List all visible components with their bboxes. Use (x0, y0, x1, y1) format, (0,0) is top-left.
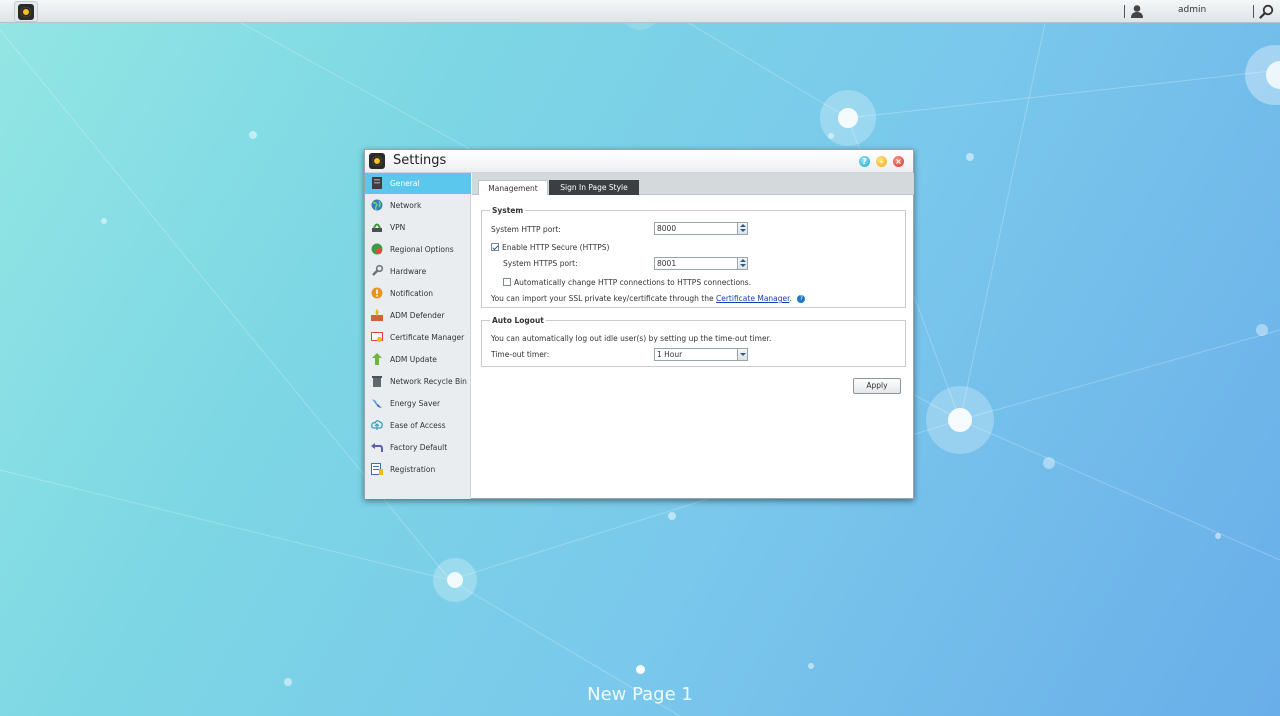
trash-icon (372, 376, 382, 387)
close-button[interactable]: × (893, 156, 904, 167)
sidebar-item-label: Notification (390, 289, 434, 298)
tab-sign-in-page-style[interactable]: Sign In Page Style (549, 180, 639, 195)
sidebar-item-label: Certificate Manager (390, 333, 465, 342)
main-menu-button[interactable] (14, 1, 38, 22)
user-icon[interactable] (1130, 4, 1144, 18)
system-group-title: System (490, 206, 526, 215)
undo-icon (371, 443, 383, 452)
settings-window: Settings ? – × General Network VPN Regio… (364, 149, 914, 499)
sidebar-item-ease-of-access[interactable]: Ease of Access (365, 415, 471, 436)
minimize-button[interactable]: – (876, 156, 887, 167)
sidebar-item-label: Network Recycle Bin (390, 377, 467, 386)
http-port-input[interactable]: 8000 (654, 222, 748, 235)
wrench-icon (372, 265, 383, 276)
sidebar-item-label: Energy Saver (390, 399, 441, 408)
settings-content: Management Sign In Page Style System Sys… (472, 173, 914, 499)
sidebar-item-regional-options[interactable]: Regional Options (365, 239, 471, 260)
sidebar-item-network[interactable]: Network (365, 195, 471, 216)
page-label: New Page 1 (587, 684, 693, 705)
page-indicator-dot[interactable] (636, 665, 645, 674)
sidebar-item-label: Network (390, 201, 422, 210)
help-icon: ? (862, 157, 867, 166)
sidebar-item-label: VPN (390, 223, 406, 232)
sidebar-item-energy-saver[interactable]: Energy Saver (365, 393, 471, 414)
auto-redirect-label: Automatically change HTTP connections to… (514, 278, 752, 287)
https-port-input[interactable]: 8001 (654, 257, 748, 270)
minimize-icon: – (879, 157, 884, 166)
sidebar-item-network-recycle-bin[interactable]: Network Recycle Bin (365, 371, 471, 392)
server-icon (372, 177, 382, 189)
timeout-timer-value: 1 Hour (657, 350, 683, 359)
energy-icon (372, 399, 382, 408)
http-port-value: 8000 (657, 224, 677, 233)
help-button[interactable]: ? (859, 156, 870, 167)
chevron-down-icon[interactable] (737, 349, 747, 360)
sidebar-item-label: General (390, 179, 420, 188)
up-arrow-icon (372, 353, 382, 365)
settings-app-icon (18, 4, 34, 20)
settings-sidebar: General Network VPN Regional Options Har… (365, 173, 471, 499)
sidebar-item-label: Hardware (390, 267, 427, 276)
tab-management[interactable]: Management (478, 180, 548, 195)
sidebar-item-notification[interactable]: Notification (365, 283, 471, 304)
settings-gear-icon (369, 153, 385, 169)
sidebar-item-label: ADM Defender (390, 311, 445, 320)
ssl-import-text: You can import your SSL private key/cert… (491, 294, 714, 303)
https-port-label: System HTTPS port: (503, 259, 578, 268)
ssl-import-note: You can import your SSL private key/cert… (491, 294, 806, 303)
sidebar-item-hardware[interactable]: Hardware (365, 261, 471, 282)
ssl-import-end: . (789, 294, 792, 303)
sidebar-item-factory-default[interactable]: Factory Default (365, 437, 471, 458)
certificate-manager-link[interactable]: Certificate Manager (716, 294, 790, 303)
timeout-timer-label: Time-out timer: (491, 350, 550, 359)
auto-logout-group: Auto Logout You can automatically log ou… (481, 316, 906, 367)
auto-logout-title: Auto Logout (490, 316, 546, 325)
sidebar-item-adm-defender[interactable]: ADM Defender (365, 305, 471, 326)
search-icon[interactable] (1259, 4, 1274, 19)
http-port-stepper[interactable] (737, 223, 747, 234)
registration-icon (371, 463, 383, 475)
system-group: System System HTTP port: 8000 Enable HTT… (481, 206, 906, 308)
alert-icon (371, 287, 383, 299)
sidebar-item-general[interactable]: General (365, 173, 471, 194)
certificate-icon (371, 332, 383, 342)
sidebar-item-certificate-manager[interactable]: Certificate Manager (365, 327, 471, 348)
tab-bar: Management Sign In Page Style (472, 173, 914, 195)
vpn-icon (372, 223, 382, 232)
timeout-timer-select[interactable]: 1 Hour (654, 348, 748, 361)
regional-icon (371, 243, 383, 255)
sidebar-item-registration[interactable]: Registration (365, 459, 471, 480)
enable-https-label: Enable HTTP Secure (HTTPS) (502, 243, 610, 252)
sidebar-item-label: Registration (390, 465, 436, 474)
close-icon: × (895, 157, 902, 166)
auto-redirect-checkbox[interactable] (503, 278, 511, 286)
sidebar-item-label: Ease of Access (390, 421, 446, 430)
auto-logout-description: You can automatically log out idle user(… (491, 334, 772, 343)
divider (1124, 5, 1125, 18)
sidebar-item-vpn[interactable]: VPN (365, 217, 471, 238)
https-port-stepper[interactable] (737, 258, 747, 269)
enable-https-checkbox[interactable] (491, 243, 499, 251)
https-port-value: 8001 (657, 259, 677, 268)
user-name[interactable]: admin (1178, 5, 1206, 15)
top-bar: admin (0, 0, 1280, 23)
http-port-label: System HTTP port: (491, 225, 561, 234)
sidebar-item-label: ADM Update (390, 355, 437, 364)
firewall-icon (371, 309, 383, 321)
divider (1253, 5, 1254, 18)
window-title-bar[interactable]: Settings ? – × (365, 150, 913, 173)
globe-icon (371, 199, 383, 211)
window-title: Settings (393, 153, 447, 168)
apply-button[interactable]: Apply (853, 378, 901, 394)
help-icon[interactable]: ? (797, 295, 806, 303)
sidebar-item-adm-update[interactable]: ADM Update (365, 349, 471, 370)
sidebar-item-label: Regional Options (390, 245, 454, 254)
cloud-icon (371, 420, 383, 430)
sidebar-item-label: Factory Default (390, 443, 448, 452)
